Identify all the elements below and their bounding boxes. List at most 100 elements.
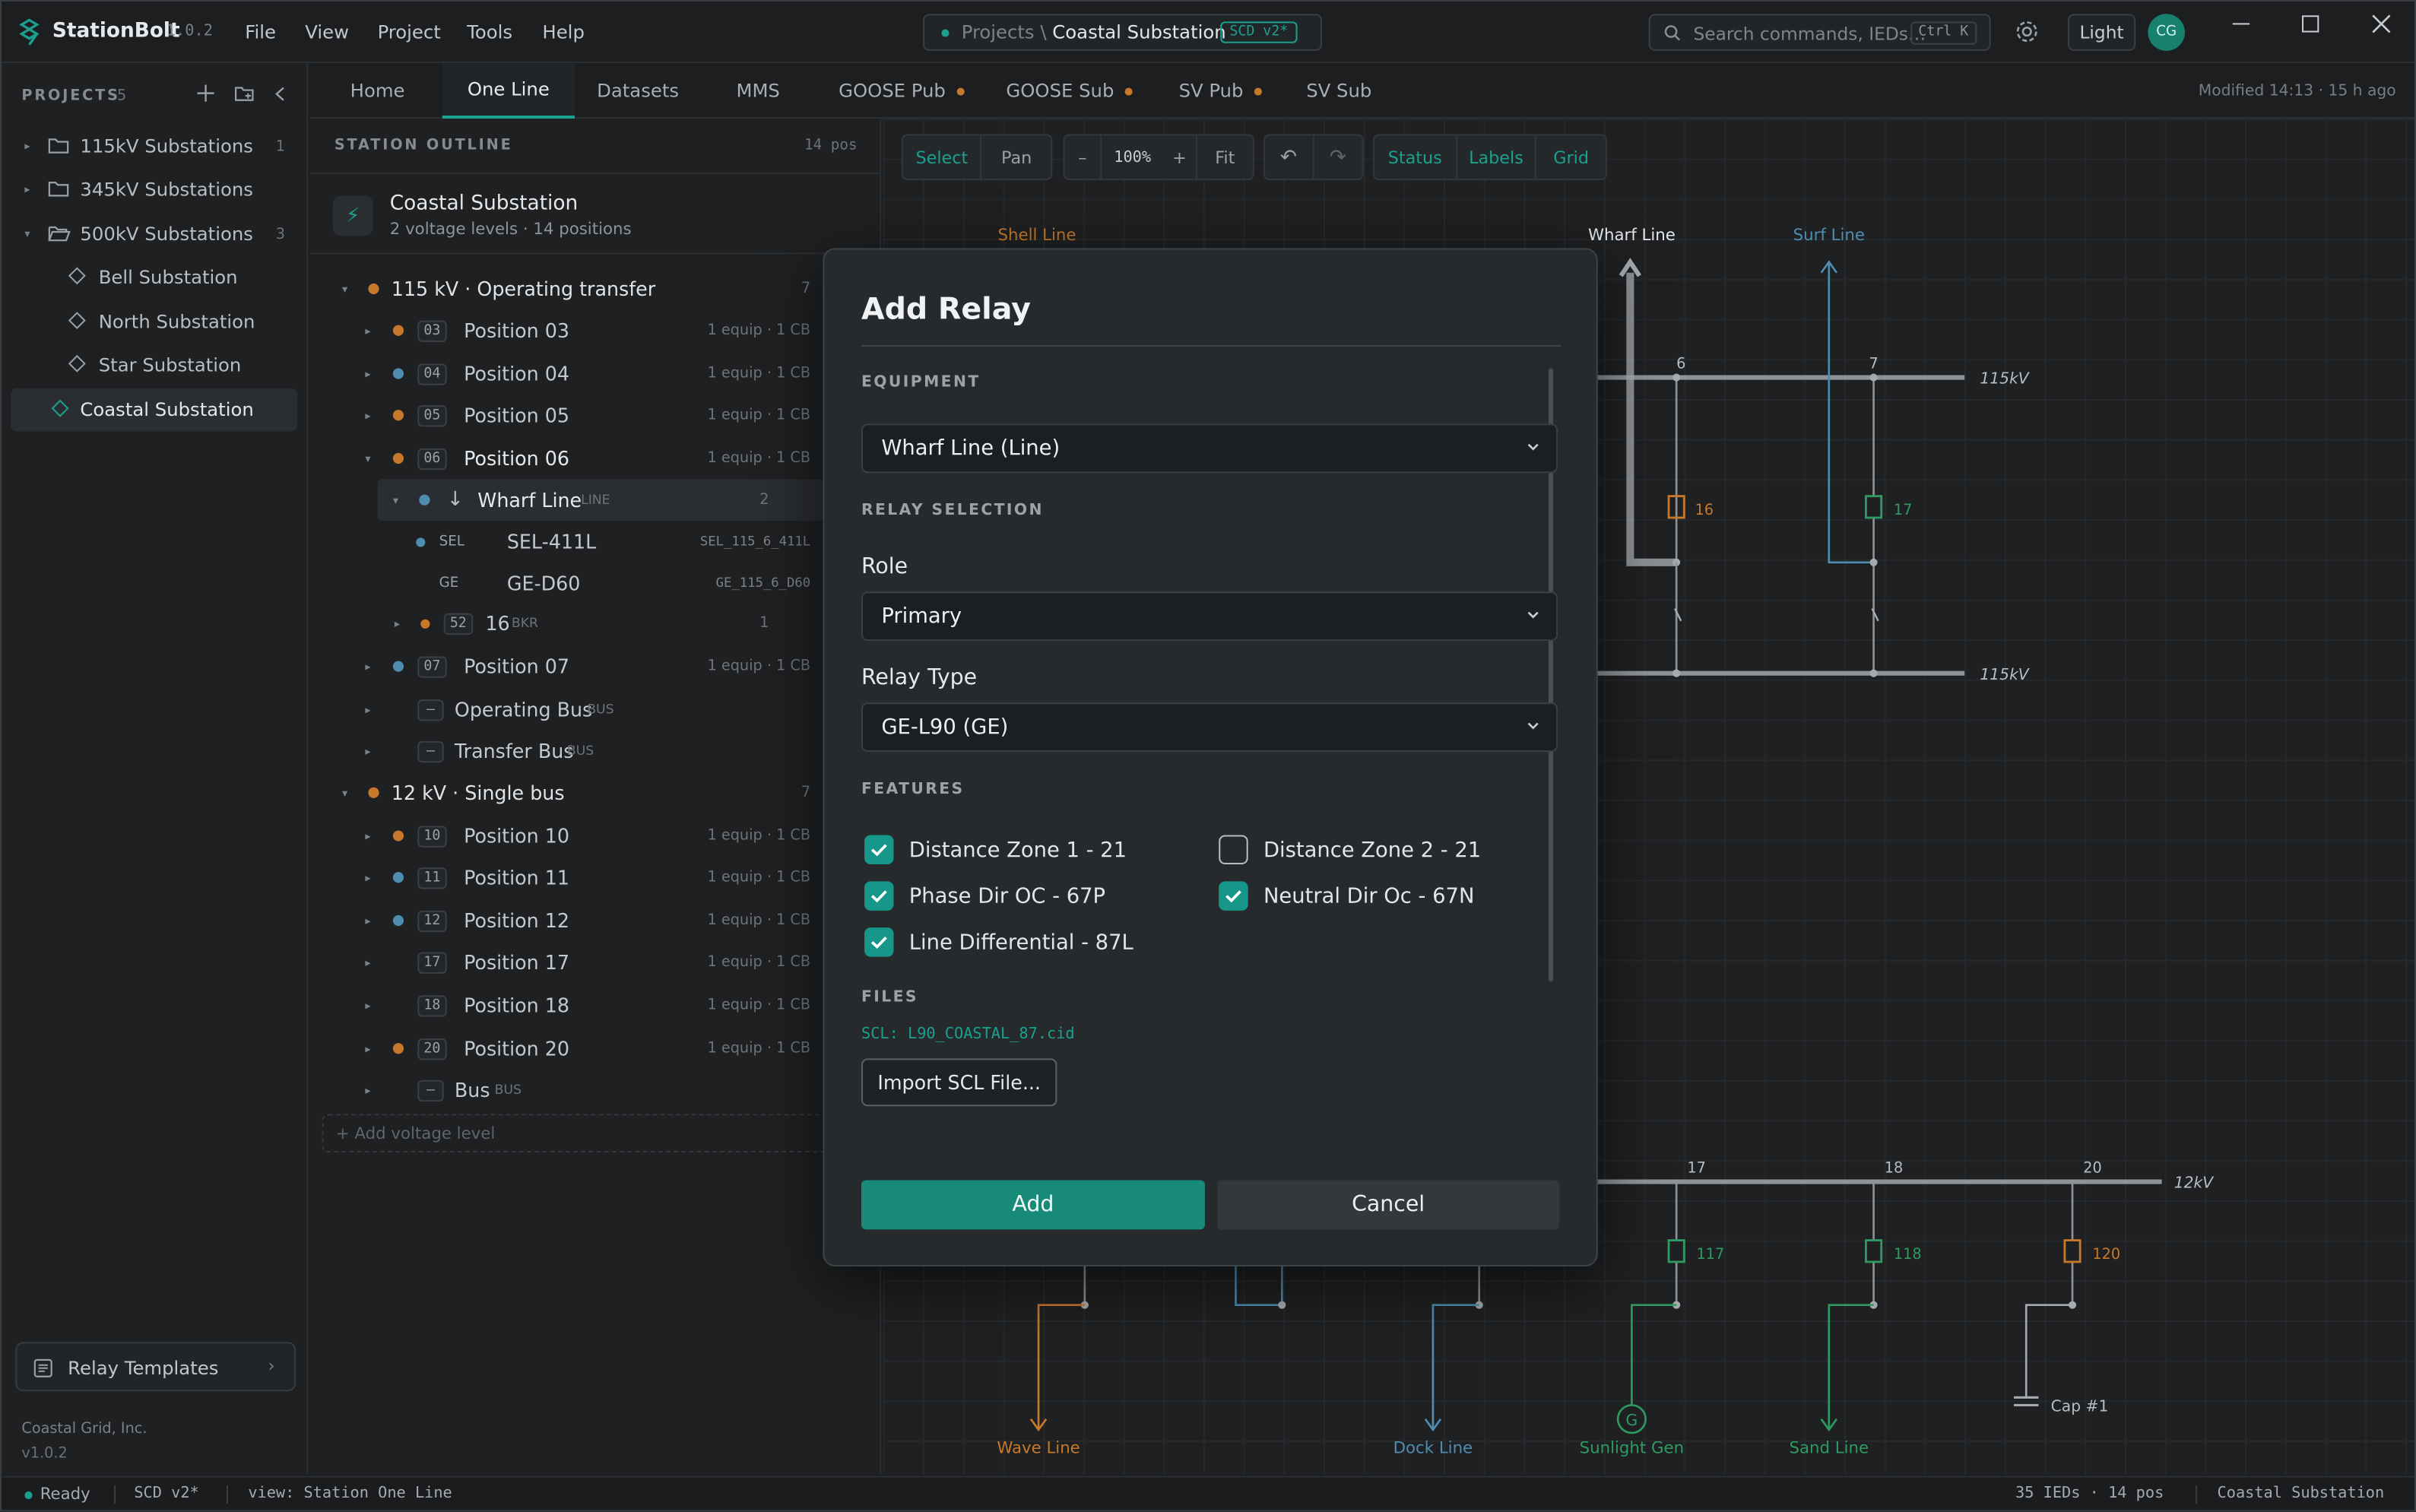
feature-checkbox-distance-zone-1[interactable] <box>864 835 894 865</box>
labels-toggle[interactable]: Labels <box>1457 135 1537 179</box>
position-row[interactable]: ▸ 17 Position 17 1 equip · 1 CB <box>309 941 881 983</box>
tab-goose-sub[interactable]: GOOSE Sub <box>1003 63 1135 119</box>
feeder-conductor[interactable] <box>1235 1261 1283 1307</box>
breadcrumb-prefix[interactable]: Projects \ <box>962 21 1047 43</box>
project-folder-115kv[interactable]: ▸ 115kV Substations 1 <box>2 125 308 168</box>
redo-button[interactable]: ↷ <box>1314 135 1362 179</box>
add-voltage-level-button[interactable]: + Add voltage level <box>322 1114 846 1153</box>
wharf-line-highlight[interactable] <box>1626 272 1677 566</box>
undo-button[interactable]: ↶ <box>1265 135 1314 179</box>
tab-mms[interactable]: MMS <box>723 63 794 119</box>
position-row[interactable]: ▸ 18 Position 18 1 equip · 1 CB <box>309 984 881 1026</box>
feature-checkbox-line-differential[interactable] <box>864 927 894 957</box>
add-button[interactable]: Add <box>861 1180 1205 1230</box>
project-folder-345kv[interactable]: ▸ 345kV Substations <box>2 168 308 211</box>
close-icon[interactable] <box>2371 14 2391 33</box>
pan-tool-button[interactable]: Pan <box>982 135 1051 179</box>
search-input[interactable]: Search commands, IEDs… Ctrl K <box>1648 14 1991 51</box>
chevron-right-icon: ▸ <box>365 703 371 716</box>
feature-checkbox-distance-zone-2[interactable] <box>1219 835 1248 865</box>
position-number: 05 <box>417 404 447 426</box>
feeder-label-sand-line: Sand Line <box>1790 1438 1869 1457</box>
wave-line-conductor[interactable] <box>1037 1304 1085 1428</box>
feature-checkbox-neutral-dir-oc[interactable] <box>1219 881 1248 911</box>
tab-bar: Home One Line Datasets MMS GOOSE Pub GOO… <box>309 63 2414 119</box>
gear-icon[interactable] <box>2014 18 2040 44</box>
breaker-row[interactable]: ▸ 52 16 BKR 1 <box>309 602 881 644</box>
collapse-sidebar-icon[interactable] <box>274 87 285 102</box>
row-tag: BUS <box>494 1082 522 1098</box>
menu-file[interactable]: File <box>245 21 276 43</box>
cap-conductor[interactable] <box>2024 1304 2073 1398</box>
ready-status: Ready <box>40 1485 90 1504</box>
menu-project[interactable]: Project <box>378 21 441 43</box>
divider <box>113 1485 116 1504</box>
add-project-icon[interactable] <box>197 84 214 102</box>
feature-checkbox-phase-dir-oc[interactable] <box>864 881 894 911</box>
grid-toggle[interactable]: Grid <box>1536 135 1606 179</box>
maximize-icon[interactable] <box>2302 15 2319 33</box>
zoom-in-button[interactable]: + <box>1163 135 1197 179</box>
new-folder-icon[interactable] <box>234 84 254 101</box>
theme-toggle-button[interactable]: Light <box>2067 14 2136 51</box>
row-meta: 1 equip · 1 CB <box>707 407 811 424</box>
fit-button[interactable]: Fit <box>1197 135 1253 179</box>
equipment-select[interactable]: Wharf Line (Line) <box>861 423 1558 474</box>
station-header[interactable]: ⚡ Coastal Substation 2 voltage levels · … <box>309 174 882 255</box>
project-bell-substation[interactable]: Bell Substation <box>2 255 308 299</box>
tab-datasets[interactable]: Datasets <box>591 63 684 119</box>
role-select[interactable]: Primary <box>861 591 1558 642</box>
position-row[interactable]: ▸ 11 Position 11 1 equip · 1 CB <box>309 857 881 899</box>
position-row[interactable]: ▸ 05 Position 05 1 equip · 1 CB <box>309 395 881 436</box>
dock-line-conductor[interactable] <box>1432 1304 1479 1428</box>
sunlight-gen-conductor[interactable] <box>1631 1304 1677 1406</box>
relay-row[interactable]: GE GE-D60 GE_115_6_D60 <box>309 563 881 604</box>
bus-row[interactable]: ▸ – Transfer Bus BUS <box>309 731 881 772</box>
bus-row[interactable]: ▸ – Bus BUS <box>309 1070 881 1111</box>
minimize-icon[interactable] <box>2232 23 2250 25</box>
cancel-button[interactable]: Cancel <box>1217 1180 1560 1230</box>
avatar[interactable]: CG <box>2148 14 2185 51</box>
node <box>1672 373 1681 382</box>
position-row[interactable]: ▸ 07 Position 07 1 equip · 1 CB <box>309 645 881 687</box>
breaker-17[interactable] <box>1865 495 1883 519</box>
tab-sv-pub[interactable]: SV Pub <box>1169 63 1271 119</box>
equipment-row-wharf-line[interactable]: ▾ ↓ Wharf Line LINE 2 <box>377 479 825 521</box>
relay-type-select[interactable]: GE-L90 (GE) <box>861 702 1558 753</box>
select-tool-button[interactable]: Select <box>903 135 983 179</box>
breadcrumb[interactable]: Projects \ Coastal Substation SCD v2* <box>923 14 1322 51</box>
relay-templates-button[interactable]: Relay Templates › <box>15 1342 296 1392</box>
status-dot <box>419 494 430 506</box>
project-coastal-substation[interactable]: Coastal Substation <box>11 388 298 432</box>
zoom-out-button[interactable]: – <box>1065 135 1102 179</box>
sand-line-conductor[interactable] <box>1828 1304 1874 1428</box>
position-row[interactable]: ▸ 20 Position 20 1 equip · 1 CB <box>309 1028 881 1070</box>
zoom-group: – 100% + Fit <box>1063 134 1254 181</box>
project-folder-500kv[interactable]: ▾ 500kV Substations 3 <box>2 213 308 256</box>
project-north-substation[interactable]: North Substation <box>2 300 308 344</box>
breaker-120[interactable] <box>2063 1239 2082 1263</box>
relay-row[interactable]: SEL SEL-411L SEL_115_6_411L <box>309 521 881 563</box>
position-row[interactable]: ▸ 03 Position 03 1 equip · 1 CB <box>309 309 881 351</box>
import-scl-button[interactable]: Import SCL File... <box>861 1058 1057 1107</box>
tab-one-line[interactable]: One Line <box>442 63 575 119</box>
capacitor-icon[interactable] <box>2014 1396 2039 1406</box>
status-toggle[interactable]: Status <box>1374 135 1457 179</box>
voltage-level-12kv[interactable]: ▾ 12 kV · Single bus 7 <box>309 772 881 813</box>
bus-row[interactable]: ▸ – Operating Bus BUS <box>309 689 881 731</box>
tab-goose-pub[interactable]: GOOSE Pub <box>833 63 969 119</box>
position-row[interactable]: ▸ 12 Position 12 1 equip · 1 CB <box>309 900 881 942</box>
tab-home[interactable]: Home <box>333 63 423 119</box>
row-meta: GE_115_6_D60 <box>715 575 811 591</box>
menu-tools[interactable]: Tools <box>467 21 512 43</box>
position-row[interactable]: ▸ 04 Position 04 1 equip · 1 CB <box>309 353 881 395</box>
menu-help[interactable]: Help <box>542 21 584 43</box>
position-row[interactable]: ▸ 10 Position 10 1 equip · 1 CB <box>309 815 881 857</box>
breaker-117[interactable] <box>1667 1239 1685 1263</box>
position-row[interactable]: ▾ 06 Position 06 1 equip · 1 CB <box>309 438 881 480</box>
tab-sv-sub[interactable]: SV Sub <box>1301 63 1378 119</box>
voltage-level-115kv[interactable]: ▾ 115 kV · Operating transfer 7 <box>309 268 881 310</box>
menu-view[interactable]: View <box>305 21 349 43</box>
breaker-118[interactable] <box>1865 1239 1883 1263</box>
project-star-substation[interactable]: Star Substation <box>2 344 308 387</box>
